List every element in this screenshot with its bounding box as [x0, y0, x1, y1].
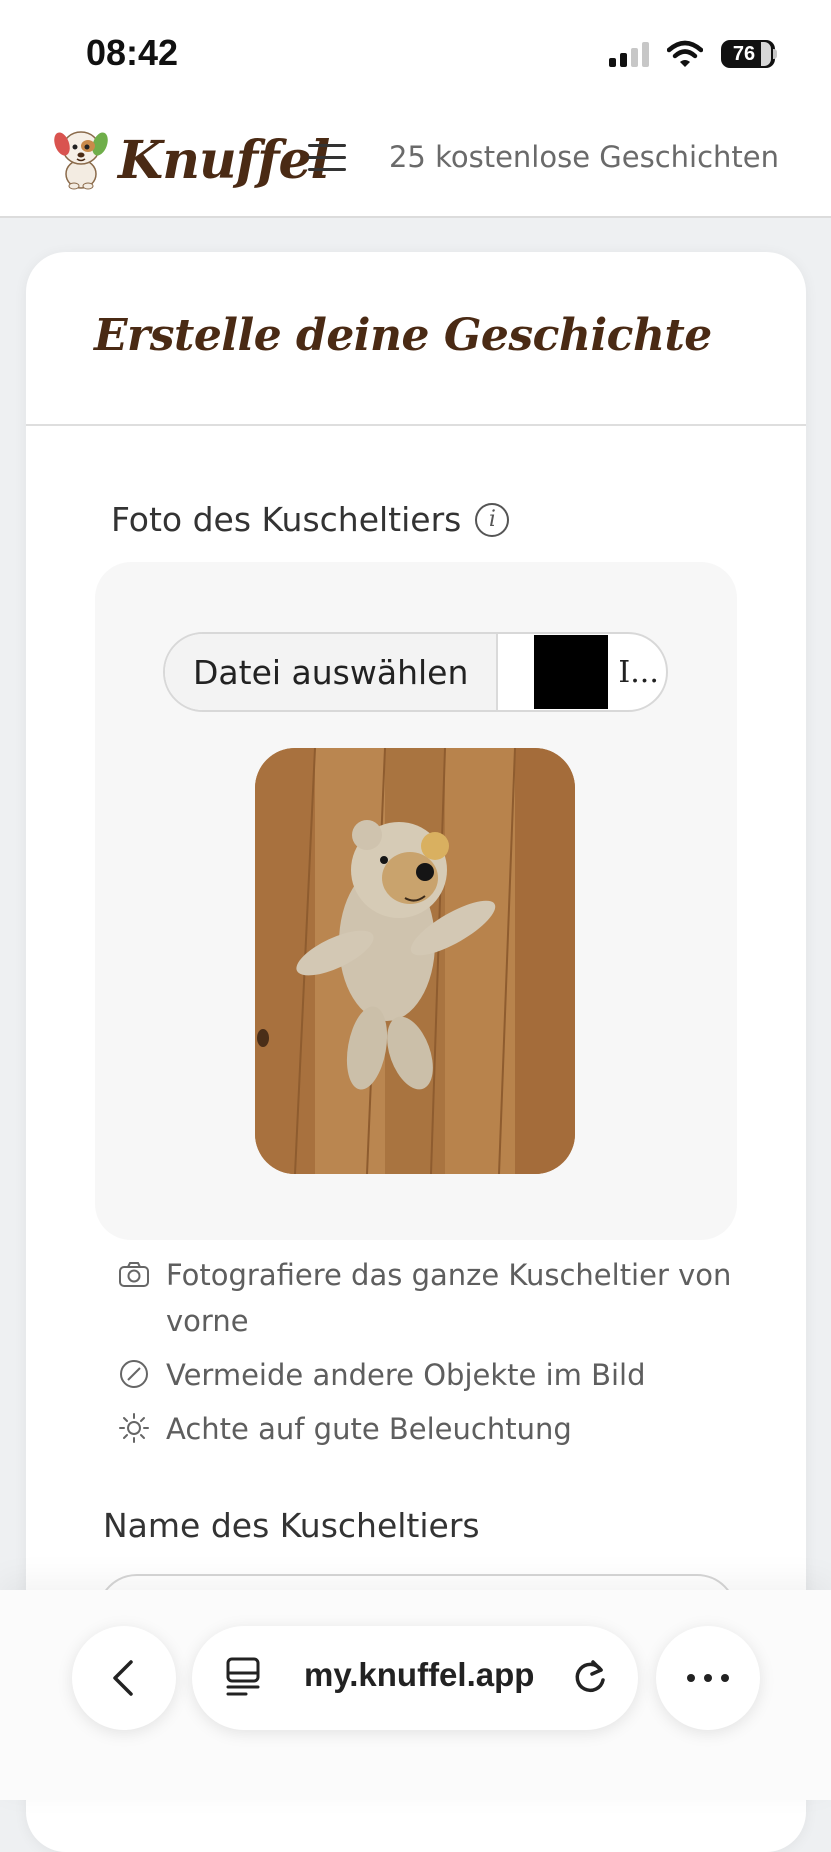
free-stories-counter: 25 kostenlose Geschichten	[388, 140, 779, 174]
puppy-logo-icon[interactable]	[50, 122, 112, 192]
name-field-label: Name des Kuscheltiers	[103, 1506, 480, 1545]
url-text[interactable]: my.knuffel.app	[304, 1656, 534, 1694]
brand-logo-text[interactable]: Knuffel	[118, 130, 330, 191]
file-thumbnail	[534, 635, 609, 709]
no-objects-icon	[120, 1360, 148, 1388]
ellipsis-icon	[687, 1674, 729, 1682]
photo-field-label: Foto des Kuscheltiers i	[111, 500, 510, 539]
reload-icon[interactable]	[570, 1656, 610, 1698]
chevron-left-icon	[113, 1660, 133, 1696]
photo-upload-panel: Datei auswählen I...	[95, 562, 737, 1240]
wifi-icon	[667, 40, 703, 67]
sun-icon	[119, 1413, 149, 1443]
page-title: Erstelle deine Geschichte	[94, 310, 712, 361]
cellular-signal-icon	[609, 41, 649, 67]
photo-tips-list: Fotografiere das ganze Kuscheltier von v…	[118, 1252, 758, 1460]
back-button[interactable]	[72, 1626, 176, 1730]
status-time: 08:42	[86, 32, 179, 73]
card-header: Erstelle deine Geschichte	[26, 252, 806, 426]
tip-text: Vermeide andere Objekte im Bild	[166, 1358, 646, 1392]
battery-icon: 76	[721, 40, 777, 68]
info-icon[interactable]: i	[475, 502, 510, 537]
tip-text: Achte auf gute Beleuchtung	[166, 1412, 572, 1446]
status-icons: 76	[609, 40, 777, 68]
photo-label-text: Foto des Kuscheltiers	[111, 500, 462, 539]
camera-icon	[119, 1262, 149, 1287]
browser-toolbar: my.knuffel.app	[0, 1590, 831, 1800]
tip-item: Achte auf gute Beleuchtung	[118, 1406, 758, 1452]
choose-file-button[interactable]: Datei auswählen	[165, 634, 499, 710]
battery-level: 76	[732, 43, 756, 65]
tip-item: Vermeide andere Objekte im Bild	[118, 1352, 758, 1398]
file-name: I...	[618, 654, 659, 690]
address-bar[interactable]: my.knuffel.app	[192, 1626, 638, 1730]
status-bar: 08:42 76	[0, 0, 831, 108]
page-menu-icon[interactable]	[224, 1656, 262, 1698]
app-header: Knuffel 25 kostenlose Geschichten	[0, 108, 831, 218]
file-picker[interactable]: Datei auswählen I...	[163, 632, 668, 712]
teddy-bear-photo-preview	[255, 748, 575, 1174]
more-options-button[interactable]	[656, 1626, 760, 1730]
tip-text: Fotografiere das ganze Kuscheltier von v…	[166, 1258, 732, 1338]
hamburger-menu-icon[interactable]	[308, 144, 346, 178]
tip-item: Fotografiere das ganze Kuscheltier von v…	[118, 1252, 758, 1344]
